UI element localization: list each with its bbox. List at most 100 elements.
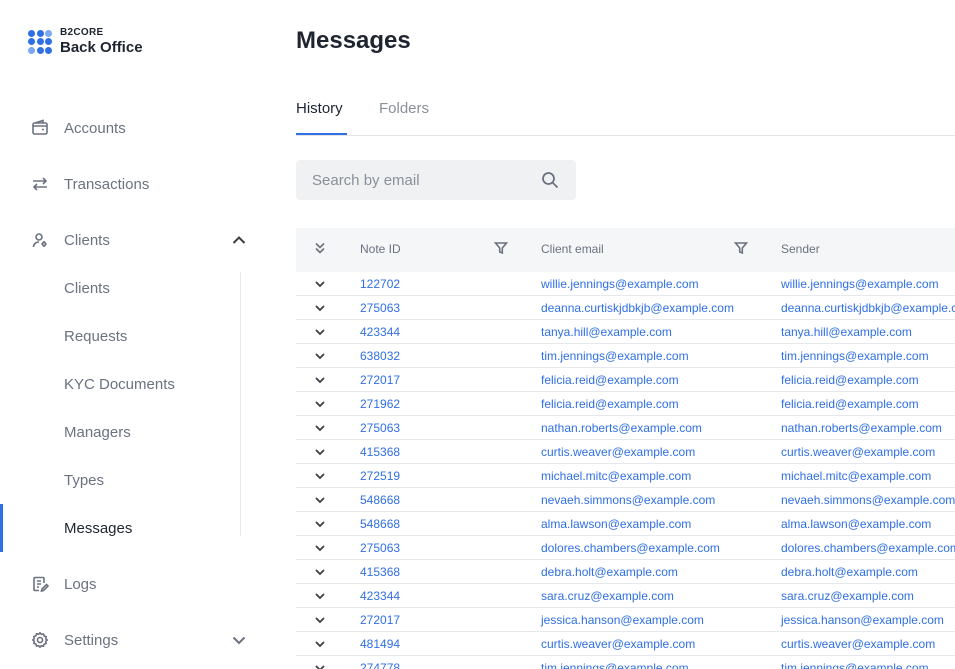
note-id-link[interactable]: 415368 [360,565,400,579]
client-email-link[interactable]: deanna.curtiskjdbkjb@example.com [541,301,734,315]
table-row[interactable]: 122702 willie.jennings@example.com willie.… [296,272,955,296]
sidebar-subitem-clients[interactable]: Clients [0,270,270,306]
sender-email-link[interactable]: dolores.chambers@example.com [781,541,955,555]
sender-email-link[interactable]: debra.holt@example.com [781,565,918,579]
sender-email-link[interactable]: alma.lawson@example.com [781,517,931,531]
client-email-link[interactable]: curtis.weaver@example.com [541,637,695,651]
client-email-link[interactable]: jessica.hanson@example.com [541,613,704,627]
expand-all-icon[interactable] [313,241,327,255]
client-email-link[interactable]: tim.jennings@example.com [541,349,689,363]
chevron-down-icon[interactable] [313,517,327,531]
table-row[interactable]: 638032 tim.jennings@example.com tim.jennin… [296,344,955,368]
client-email-link[interactable]: tanya.hill@example.com [541,325,672,339]
sender-email-link[interactable]: tim.jennings@example.com [781,349,929,363]
table-row[interactable]: 481494 curtis.weaver@example.com curtis.we… [296,632,955,656]
client-email-link[interactable]: debra.holt@example.com [541,565,678,579]
table-row[interactable]: 423344 sara.cruz@example.com sara.cruz@exa… [296,584,955,608]
sidebar-item-accounts[interactable]: Accounts [0,108,270,148]
table-row[interactable]: 271962 felicia.reid@example.com felicia.re… [296,392,955,416]
logo[interactable]: B2CORE Back Office [28,28,143,55]
note-id-link[interactable]: 122702 [360,277,400,291]
client-email-link[interactable]: michael.mitc@example.com [541,469,691,483]
table-row[interactable]: 415368 debra.holt@example.com debra.holt@e… [296,560,955,584]
note-id-link[interactable]: 548668 [360,517,400,531]
chevron-down-icon[interactable] [313,421,327,435]
client-email-link[interactable]: dolores.chambers@example.com [541,541,720,555]
tab-folders[interactable]: Folders [379,100,429,136]
chevron-down-icon[interactable] [313,373,327,387]
note-id-link[interactable]: 275063 [360,301,400,315]
filter-icon[interactable] [733,241,749,255]
chevron-down-icon[interactable] [313,613,327,627]
table-row[interactable]: 272017 jessica.hanson@example.com jessica.… [296,608,955,632]
chevron-down-icon[interactable] [313,469,327,483]
search-input[interactable] [296,160,536,200]
sidebar-item-transactions[interactable]: Transactions [0,164,270,204]
sidebar-subitem-requests[interactable]: Requests [0,318,270,354]
chevron-down-icon[interactable] [313,349,327,363]
client-email-link[interactable]: nevaeh.simmons@example.com [541,493,715,507]
table-row[interactable]: 272519 michael.mitc@example.com michael.mi… [296,464,955,488]
table-row[interactable]: 275063 nathan.roberts@example.com nathan.r… [296,416,955,440]
sidebar-item-settings[interactable]: Settings [0,620,270,660]
note-id-link[interactable]: 275063 [360,421,400,435]
sender-email-link[interactable]: nathan.roberts@example.com [781,421,942,435]
note-id-link[interactable]: 548668 [360,493,400,507]
sidebar-subitem-messages[interactable]: Messages [0,510,270,546]
chevron-down-icon[interactable] [313,565,327,579]
chevron-down-icon[interactable] [230,631,248,649]
sender-email-link[interactable]: felicia.reid@example.com [781,397,919,411]
sidebar-subitem-kyc-documents[interactable]: KYC Documents [0,366,270,402]
note-id-link[interactable]: 274778 [360,661,400,669]
note-id-link[interactable]: 481494 [360,637,400,651]
sidebar-subitem-types[interactable]: Types [0,462,270,498]
sender-email-link[interactable]: curtis.weaver@example.com [781,637,935,651]
note-id-link[interactable]: 272017 [360,613,400,627]
note-id-link[interactable]: 275063 [360,541,400,555]
table-row[interactable]: 275063 deanna.curtiskjdbkjb@example.com de… [296,296,955,320]
note-id-link[interactable]: 272017 [360,373,400,387]
sender-email-link[interactable]: jessica.hanson@example.com [781,613,944,627]
table-row[interactable]: 423344 tanya.hill@example.com tanya.hill@e… [296,320,955,344]
client-email-link[interactable]: felicia.reid@example.com [541,397,679,411]
table-row[interactable]: 274778 tim.jennings@example.com tim.jennin… [296,656,955,669]
client-email-link[interactable]: tim.jennings@example.com [541,661,689,669]
chevron-down-icon[interactable] [313,637,327,651]
note-id-link[interactable]: 423344 [360,325,400,339]
sender-email-link[interactable]: sara.cruz@example.com [781,589,914,603]
table-row[interactable]: 415368 curtis.weaver@example.com curtis.we… [296,440,955,464]
client-email-link[interactable]: felicia.reid@example.com [541,373,679,387]
column-header-sender[interactable]: Sender [781,242,820,256]
note-id-link[interactable]: 638032 [360,349,400,363]
client-email-link[interactable]: curtis.weaver@example.com [541,445,695,459]
sender-email-link[interactable]: felicia.reid@example.com [781,373,919,387]
sidebar-item-logs[interactable]: Logs [0,564,270,604]
chevron-down-icon[interactable] [313,325,327,339]
chevron-down-icon[interactable] [313,397,327,411]
chevron-down-icon[interactable] [313,589,327,603]
sender-email-link[interactable]: michael.mitc@example.com [781,469,931,483]
sender-email-link[interactable]: tim.jennings@example.com [781,661,929,669]
search-icon[interactable] [541,171,559,189]
note-id-link[interactable]: 272519 [360,469,400,483]
sender-email-link[interactable]: curtis.weaver@example.com [781,445,935,459]
chevron-down-icon[interactable] [313,445,327,459]
chevron-up-icon[interactable] [230,231,248,249]
chevron-down-icon[interactable] [313,277,327,291]
sender-email-link[interactable]: willie.jennings@example.com [781,277,939,291]
client-email-link[interactable]: nathan.roberts@example.com [541,421,702,435]
note-id-link[interactable]: 423344 [360,589,400,603]
chevron-down-icon[interactable] [313,541,327,555]
client-email-link[interactable]: alma.lawson@example.com [541,517,691,531]
chevron-down-icon[interactable] [313,493,327,507]
chevron-down-icon[interactable] [313,301,327,315]
table-row[interactable]: 275063 dolores.chambers@example.com dolore… [296,536,955,560]
sender-email-link[interactable]: tanya.hill@example.com [781,325,912,339]
note-id-link[interactable]: 271962 [360,397,400,411]
sender-email-link[interactable]: deanna.curtiskjdbkjb@example.com [781,301,955,315]
note-id-link[interactable]: 415368 [360,445,400,459]
table-row[interactable]: 548668 alma.lawson@example.com alma.lawson… [296,512,955,536]
sidebar-item-clients[interactable]: Clients [0,220,270,260]
table-row[interactable]: 272017 felicia.reid@example.com felicia.re… [296,368,955,392]
chevron-down-icon[interactable] [313,661,327,669]
